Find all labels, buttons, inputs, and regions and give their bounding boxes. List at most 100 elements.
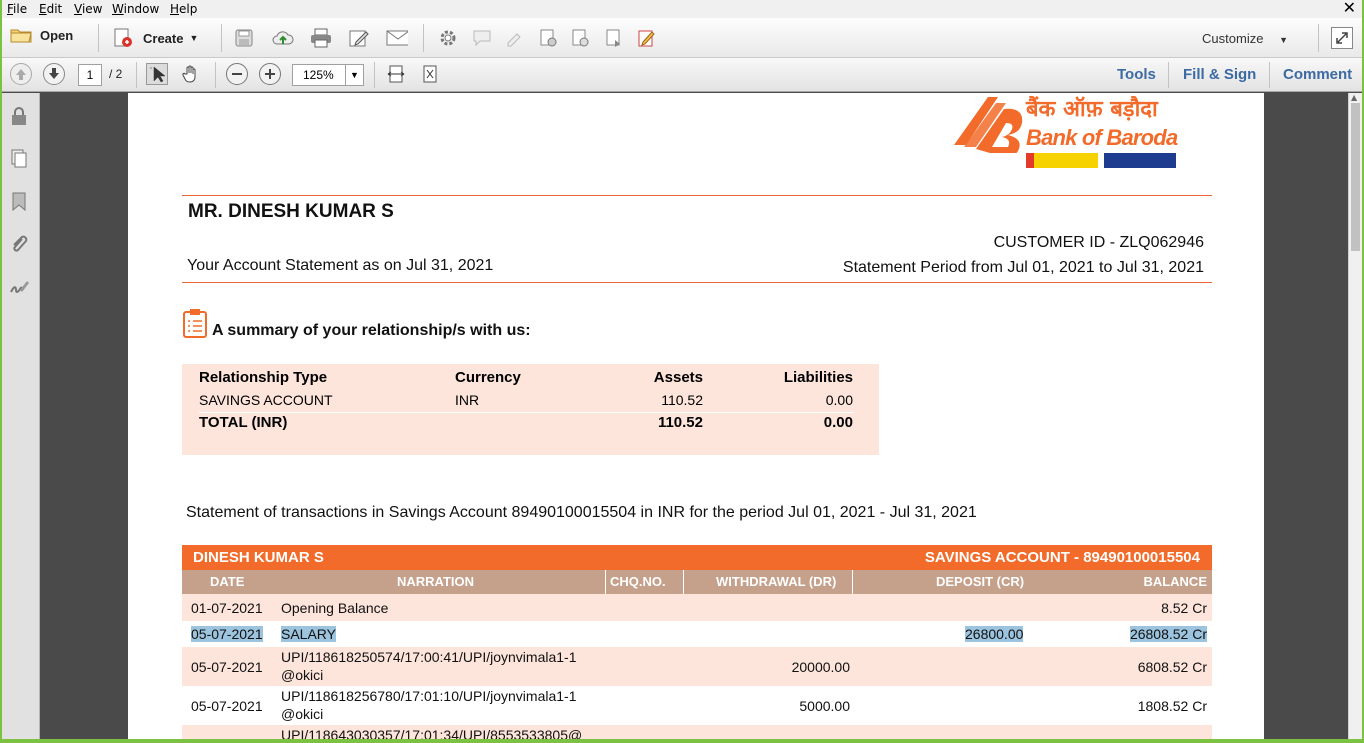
next-page-icon[interactable] <box>43 63 65 85</box>
cloud-upload-icon[interactable] <box>272 27 294 49</box>
edit-document-icon[interactable] <box>348 27 370 49</box>
header-rule <box>182 195 1212 196</box>
export-icon[interactable] <box>603 27 625 49</box>
create-button[interactable]: Create ▼ <box>112 27 198 49</box>
signature-icon[interactable] <box>8 276 30 298</box>
scroll-up-icon[interactable]: ▲ <box>1351 93 1357 102</box>
summary-col-assets: Assets <box>653 369 703 386</box>
select-tool-icon[interactable] <box>146 63 168 85</box>
row-date: 05-07-2021 <box>191 698 263 714</box>
row-narration: UPI/118643030357/17:01:34/UPI/8553533805… <box>281 727 583 739</box>
row-date: 01-07-2021 <box>191 600 263 616</box>
bank-of-baroda-logo-icon <box>954 97 1023 153</box>
account-label: SAVINGS ACCOUNT - 89490100015504 <box>924 549 1200 566</box>
hand-tool-icon[interactable] <box>180 63 202 85</box>
row-narration: UPI/118618256780/17:01:10/UPI/joynvimala… <box>281 688 577 704</box>
open-label: Open <box>40 27 74 43</box>
create-label: Create <box>143 30 184 46</box>
row-narration: UPI/118618250574/17:00:41/UPI/joynvimala… <box>281 649 577 665</box>
chevron-down-icon: ▼ <box>1279 35 1288 45</box>
row-deposit: 26800.00 <box>965 626 1024 642</box>
col-balance: BALANCE <box>1143 574 1207 589</box>
fill-sign-pane-link[interactable]: Fill & Sign <box>1183 66 1256 83</box>
summary-row-liabilities: 0.00 <box>825 392 853 408</box>
menu-help[interactable]: Help <box>170 2 197 16</box>
toolbar-divider <box>215 62 216 88</box>
summary-heading: A summary of your relationship/s with us… <box>212 322 531 339</box>
table-row: 05-07-2021 SALARY 26800.00 26808.52 Cr <box>182 621 1212 647</box>
main-toolbar: Open Create ▼ Customize ▼ <box>2 18 1362 58</box>
menu-edit[interactable]: Edit <box>39 2 62 16</box>
bank-name: Bank of Baroda <box>1026 125 1178 150</box>
highlight-icon[interactable] <box>504 27 526 49</box>
toolbar-divider <box>1318 24 1319 52</box>
bank-logo: बैंक ऑफ़ बड़ौदा Bank of Baroda <box>948 93 1188 173</box>
document-viewport: बैंक ऑफ़ बड़ौदा Bank of Baroda MR. DINES… <box>41 93 1348 739</box>
redact-icon[interactable] <box>537 27 559 49</box>
toolbar-divider <box>423 24 424 52</box>
bank-name-hindi: बैंक ऑफ़ बड़ौदा <box>1026 97 1158 122</box>
comment-bubble-icon[interactable] <box>471 27 493 49</box>
toolbar-divider <box>1168 62 1169 88</box>
bookmark-icon[interactable] <box>8 190 30 212</box>
sign-document-icon[interactable] <box>635 27 657 49</box>
azadi-badge <box>1026 153 1098 168</box>
summary-row-type: SAVINGS ACCOUNT <box>199 392 333 408</box>
statement-as-on: Your Account Statement as on Jul 31, 202… <box>187 257 494 274</box>
zoom-out-icon[interactable] <box>226 63 248 85</box>
table-row: 01-07-2021 Opening Balance 8.52 Cr <box>182 594 1212 621</box>
save-icon[interactable] <box>233 27 255 49</box>
scrollbar-thumb[interactable] <box>1351 103 1360 251</box>
menu-view[interactable]: View <box>74 2 102 16</box>
attachment-icon[interactable] <box>8 233 30 255</box>
col-date: DATE <box>210 574 245 589</box>
protect-icon[interactable] <box>569 27 591 49</box>
zoom-in-icon[interactable] <box>259 63 281 85</box>
comment-pane-link[interactable]: Comment <box>1283 66 1352 83</box>
summary-col-liabilities: Liabilities <box>783 369 853 386</box>
transactions-intro: Statement of transactions in Savings Acc… <box>186 504 977 521</box>
menu-bar: File Edit View Window Help ✕ <box>2 0 1362 18</box>
table-row: 05-07-2021 UPI/118618256780/17:01:10/UPI… <box>182 686 1212 725</box>
customize-label: Customize <box>1202 31 1264 46</box>
zoom-value: 125% <box>303 68 334 82</box>
summary-table: Relationship Type Currency Assets Liabil… <box>182 364 879 455</box>
email-icon[interactable] <box>386 27 408 49</box>
menu-window[interactable]: Window <box>112 2 159 16</box>
menu-file[interactable]: File <box>7 2 27 16</box>
fit-page-icon[interactable] <box>419 63 441 85</box>
print-icon[interactable] <box>310 27 332 49</box>
col-deposit: DEPOSIT (CR) <box>936 574 1025 589</box>
account-holder: DINESH KUMAR S <box>193 549 324 566</box>
summary-divider <box>199 412 854 413</box>
summary-col-currency: Currency <box>455 369 521 386</box>
fit-width-icon[interactable] <box>385 63 407 85</box>
lock-icon[interactable] <box>8 105 30 127</box>
row-balance: 6808.52 Cr <box>1137 659 1207 675</box>
open-button[interactable]: Open <box>10 27 73 43</box>
previous-page-icon[interactable] <box>10 63 32 85</box>
row-date: 05-07-2021 <box>191 626 263 642</box>
summary-row-assets: 110.52 <box>661 392 703 408</box>
create-pdf-icon <box>112 27 134 49</box>
summary-col-type: Relationship Type <box>199 369 328 386</box>
row-date: 05-07-2021 <box>191 659 263 675</box>
customer-id: CUSTOMER ID - ZLQ062946 <box>993 234 1204 251</box>
page-thumbnails-icon[interactable] <box>8 147 30 169</box>
customize-dropdown[interactable]: Customize ▼ <box>1202 31 1288 46</box>
transactions-header-row: DATE NARRATION CHQ.NO. WITHDRAWAL (DR) D… <box>182 570 1212 594</box>
zoom-select[interactable]: 125% ▼ <box>292 64 364 86</box>
navigation-pane <box>2 93 40 739</box>
chevron-down-icon[interactable]: ▼ <box>345 65 363 85</box>
tools-pane-link[interactable]: Tools <box>1117 66 1156 83</box>
page-number-input[interactable]: 1 <box>78 64 102 86</box>
gear-icon[interactable] <box>437 27 459 49</box>
chevron-down-icon: ▼ <box>189 33 199 43</box>
close-icon[interactable]: ✕ <box>1343 0 1356 17</box>
statement-period: Statement Period from Jul 01, 2021 to Ju… <box>842 259 1204 276</box>
transactions-title-bar: DINESH KUMAR S SAVINGS ACCOUNT - 8949010… <box>182 545 1212 570</box>
vertical-scrollbar[interactable]: ▲ <box>1348 93 1362 739</box>
expand-icon[interactable] <box>1331 27 1353 49</box>
summary-row-currency: INR <box>455 392 480 408</box>
col-divider <box>852 570 853 594</box>
